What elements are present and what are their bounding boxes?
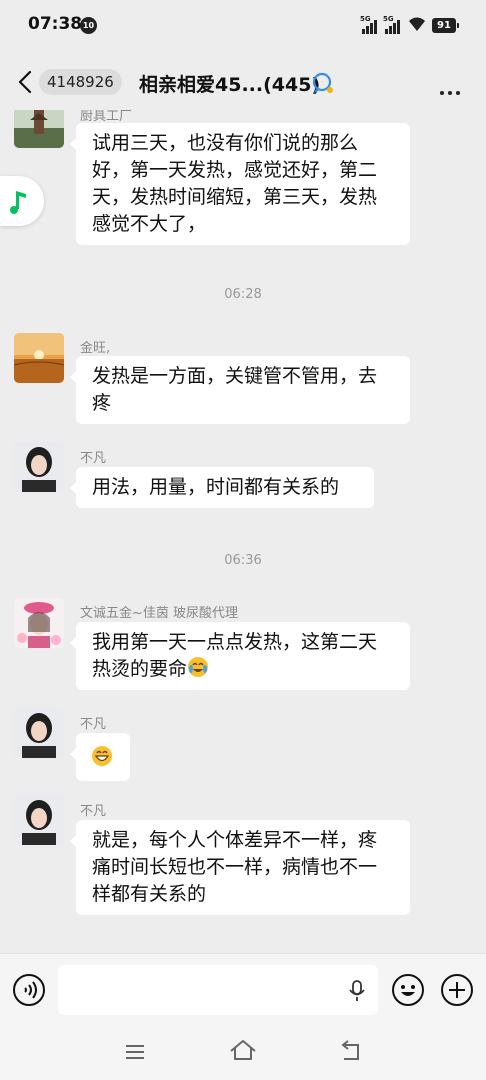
notification-badge-icon: 10 (80, 17, 97, 34)
floating-music-button[interactable] (0, 176, 44, 226)
avatar[interactable] (14, 795, 64, 845)
wifi-icon (409, 17, 425, 31)
battery-icon: 91 (432, 18, 459, 33)
message-bubble[interactable]: 试用三天，也没有你们说的那么好，第一天发热，感觉还好，第二天，发热时间缩短，第三… (70, 123, 410, 245)
message-bubble[interactable] (70, 733, 130, 781)
woman-portrait-icon (14, 442, 64, 492)
home-icon[interactable] (228, 1037, 258, 1065)
message-list[interactable]: 厨具工厂 试用三天，也没有你们说的那么好，第一天发热，感觉还好，第二天，发热时间… (0, 110, 486, 953)
message-bubble[interactable]: 发热是一方面，关键管不管用，去疼 (70, 356, 410, 424)
grinning-emoji-icon (92, 746, 112, 766)
chat-header: 4148926 相亲相爱45...(445) (0, 52, 486, 110)
add-attachment-icon[interactable] (440, 973, 474, 1007)
microphone-icon[interactable] (346, 979, 368, 1003)
avatar[interactable] (14, 333, 64, 383)
sunset-field-icon (14, 333, 64, 383)
woman-portrait-icon (14, 795, 64, 845)
message-bubble[interactable]: 用法，用量，时间都有关系的 (70, 467, 374, 508)
nav-back-icon[interactable] (338, 1039, 364, 1063)
woman-portrait-icon (14, 708, 64, 758)
sender-name: 不凡 (80, 451, 107, 466)
pagoda-scene-icon (14, 110, 64, 148)
status-time: 07:38 (28, 14, 83, 34)
avatar[interactable] (14, 708, 64, 758)
sender-name: 厨具工厂 (80, 110, 133, 124)
system-nav-bar (0, 1027, 486, 1080)
cellular-signal-icon-2: 5G (383, 15, 403, 34)
back-arrow-icon[interactable] (14, 68, 38, 96)
time-divider: 06:28 (224, 287, 262, 302)
voice-toggle-icon[interactable] (12, 973, 46, 1007)
woman-pink-hat-icon (14, 598, 64, 648)
unread-count-badge[interactable]: 4148926 (39, 69, 122, 95)
emoji-picker-icon[interactable] (391, 973, 425, 1007)
group-chat-bubble-icon[interactable] (311, 71, 335, 95)
message-bubble[interactable]: 就是，每个人个体差异不一样，疼痛时间长短也不一样，病情也不一样都有关系的 (70, 820, 410, 915)
status-bar: 07:38 10 5G 5G 91 (0, 0, 486, 52)
avatar[interactable] (14, 110, 64, 148)
message-bubble[interactable]: 我用第一天一点点发热，这第二天热烫的要命 (70, 622, 410, 690)
sender-name: 不凡 (80, 717, 107, 732)
time-divider: 06:36 (224, 553, 262, 568)
sender-name: 文诚五金~佳茵 玻尿酸代理 (80, 606, 239, 621)
message-input[interactable] (58, 965, 378, 1015)
recent-apps-icon[interactable] (124, 1043, 146, 1061)
avatar[interactable] (14, 598, 64, 648)
chat-title[interactable]: 相亲相爱45...(445) (139, 70, 320, 97)
cellular-signal-icon: 5G (360, 15, 380, 34)
input-bar (0, 953, 486, 1027)
message-text: 我用第一天一点点发热，这第二天热烫的要命 (92, 631, 378, 680)
crying-laughing-emoji-icon (188, 657, 209, 677)
avatar[interactable] (14, 442, 64, 492)
more-options-icon[interactable] (440, 80, 464, 99)
music-note-icon (10, 191, 26, 214)
sender-name: 不凡 (80, 804, 107, 819)
sender-name: 金旺, (80, 341, 111, 356)
